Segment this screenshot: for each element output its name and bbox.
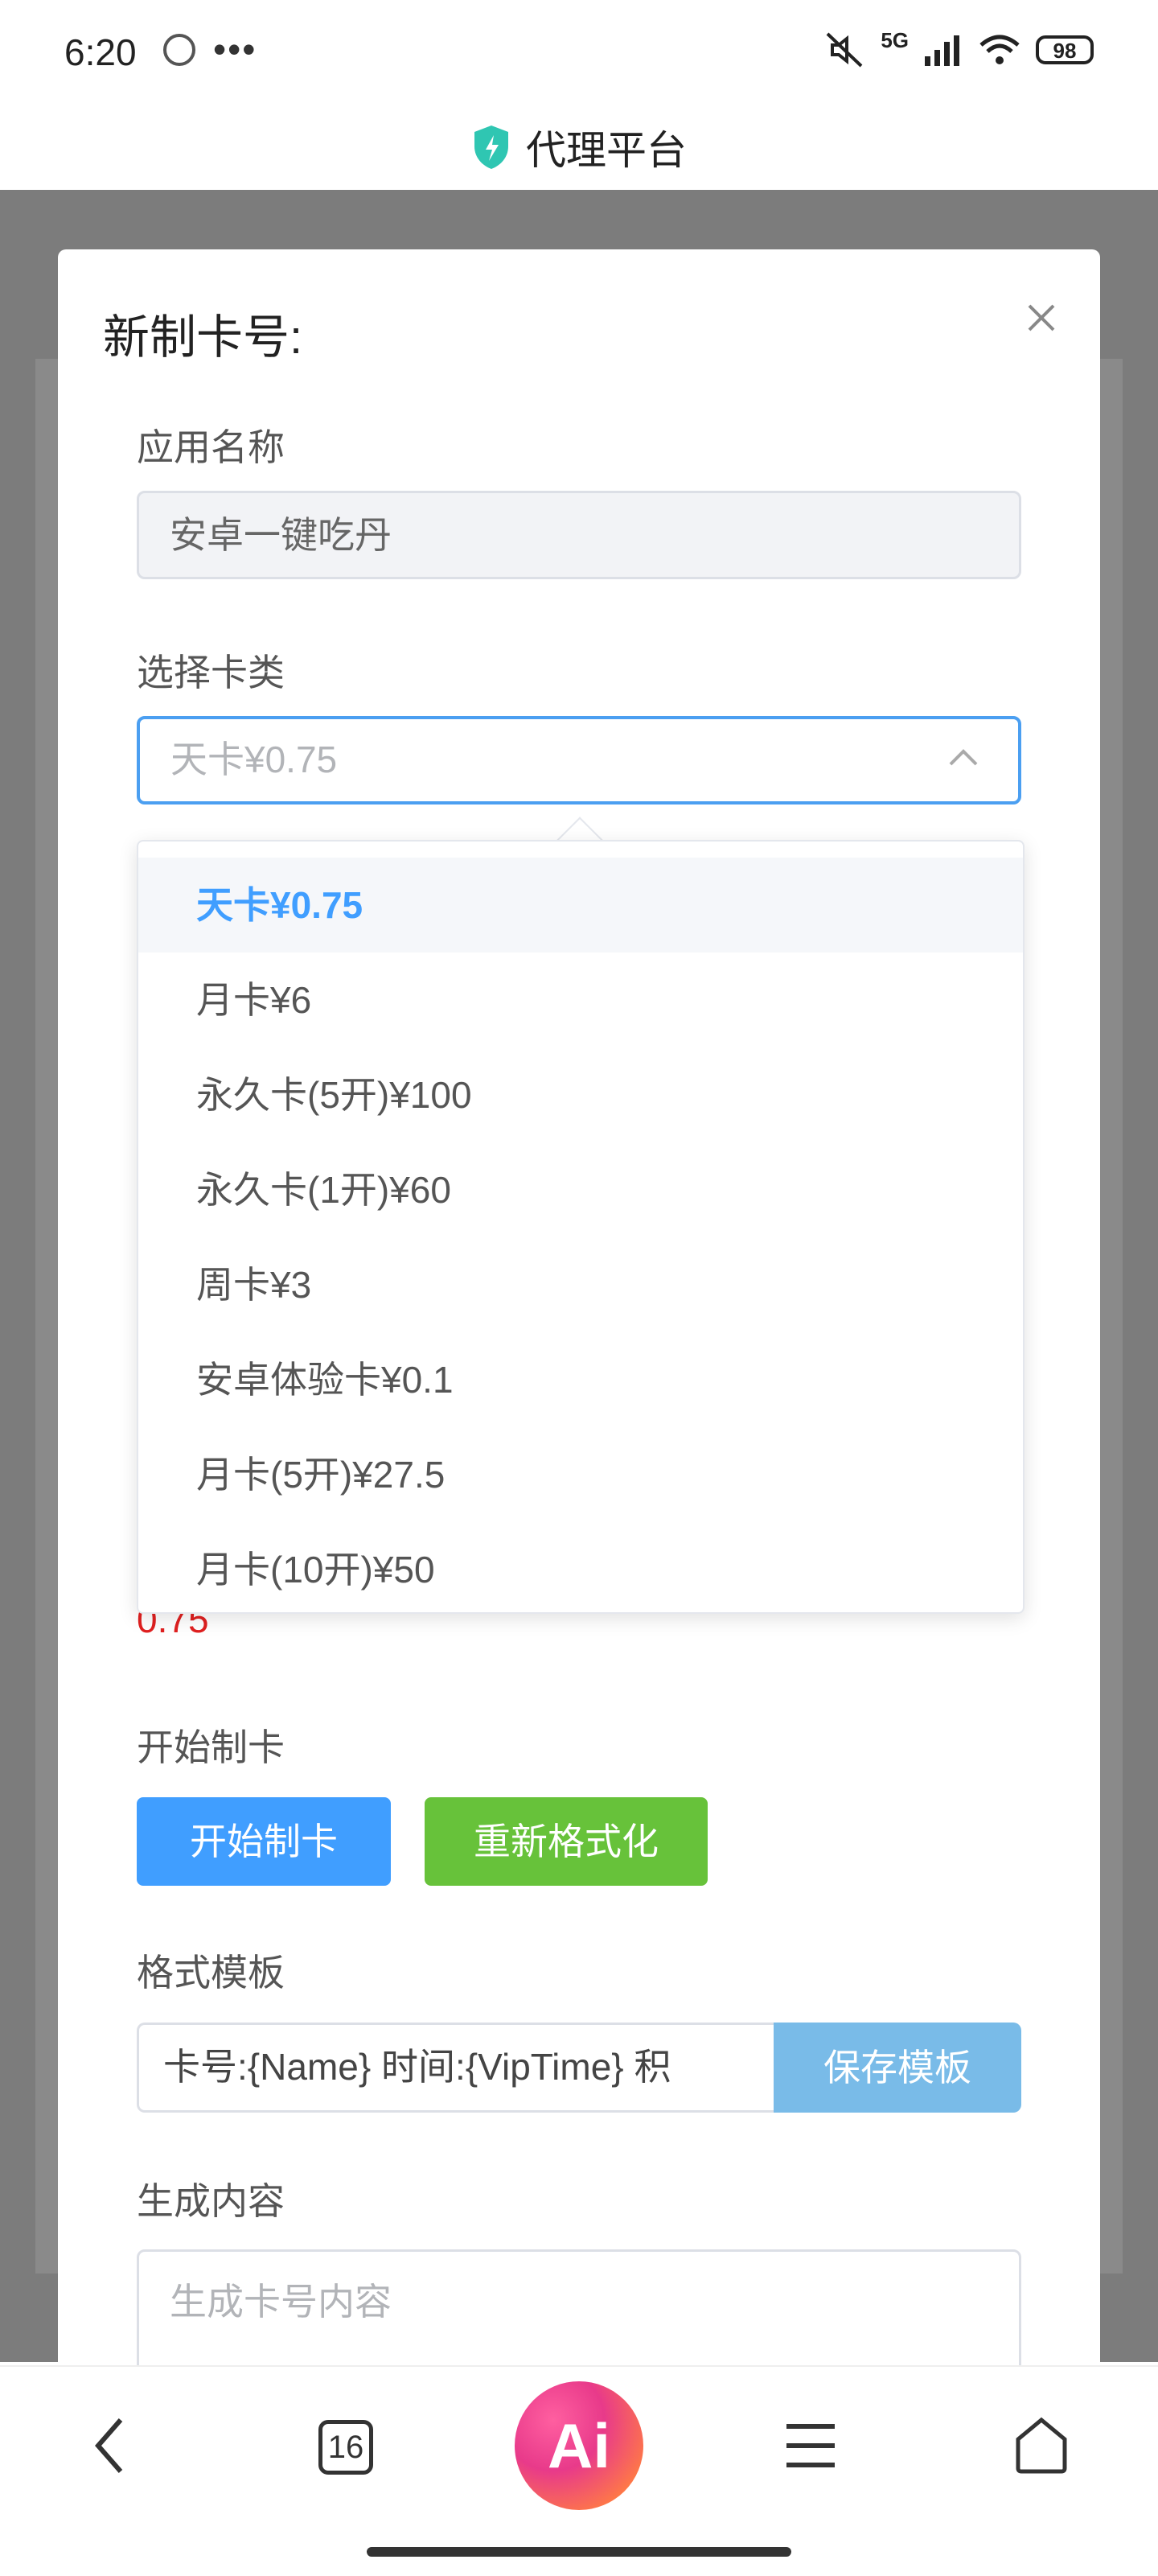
card-type-label: 选择卡类 <box>137 652 285 693</box>
dropdown-option[interactable]: 天卡¥0.75 <box>138 858 1023 953</box>
status-bar: 6:20 ••• 5G 98 <box>0 0 1158 105</box>
content-textarea[interactable]: 生成卡号内容 <box>137 2249 1021 2378</box>
wifi-icon <box>979 35 1020 64</box>
template-input[interactable]: 卡号:{Name} 时间:{VipTime} 积 <box>137 2023 774 2113</box>
battery-icon: 98 <box>1036 35 1094 64</box>
card-type-dropdown: 天卡¥0.75 月卡¥6 永久卡(5开)¥100 永久卡(1开)¥60 周卡¥3… <box>137 840 1025 1614</box>
shield-icon <box>474 126 508 169</box>
dropdown-option[interactable]: 安卓体验卡¥0.1 <box>138 1332 1023 1427</box>
app-title: 代理平台 <box>526 128 687 173</box>
app-name-label: 应用名称 <box>137 426 285 468</box>
cloud-icon <box>163 34 195 66</box>
card-type-selected-value: 天卡¥0.75 <box>170 739 338 780</box>
signal-icon <box>925 35 959 66</box>
dropdown-option[interactable]: 月卡(10开)¥50 <box>138 1522 1023 1612</box>
network-type: 5G <box>881 27 909 52</box>
more-dots-icon: ••• <box>213 28 257 70</box>
close-icon[interactable] <box>1021 298 1062 338</box>
chevron-up-icon <box>949 749 978 766</box>
reformat-button[interactable]: 重新格式化 <box>425 1797 708 1886</box>
dropdown-option[interactable]: 月卡¥6 <box>138 953 1023 1047</box>
start-section-label: 开始制卡 <box>137 1726 285 1768</box>
dropdown-option[interactable]: 月卡(5开)¥27.5 <box>138 1427 1023 1522</box>
mute-icon <box>826 32 863 68</box>
start-make-button[interactable]: 开始制卡 <box>137 1797 391 1886</box>
content-label: 生成内容 <box>137 2180 285 2222</box>
template-label: 格式模板 <box>137 1952 285 1994</box>
status-time: 6:20 <box>64 31 137 73</box>
back-icon[interactable] <box>90 2413 130 2478</box>
ai-assistant-button[interactable]: Ai <box>515 2381 643 2510</box>
dropdown-option[interactable]: 永久卡(5开)¥100 <box>138 1047 1023 1142</box>
dropdown-option[interactable]: 永久卡(1开)¥60 <box>138 1142 1023 1237</box>
tabs-count-icon[interactable]: 16 <box>318 2420 373 2475</box>
home-indicator[interactable] <box>367 2547 791 2557</box>
menu-icon[interactable] <box>785 2422 836 2470</box>
app-name-field: 安卓一键吃丹 <box>137 491 1021 579</box>
card-type-select[interactable]: 天卡¥0.75 <box>137 716 1021 804</box>
app-header: 代理平台 <box>0 105 1158 190</box>
dropdown-option[interactable]: 周卡¥3 <box>138 1237 1023 1332</box>
home-icon[interactable] <box>1013 2417 1070 2475</box>
save-template-button[interactable]: 保存模板 <box>774 2023 1021 2113</box>
modal-title: 新制卡号: <box>103 311 303 364</box>
